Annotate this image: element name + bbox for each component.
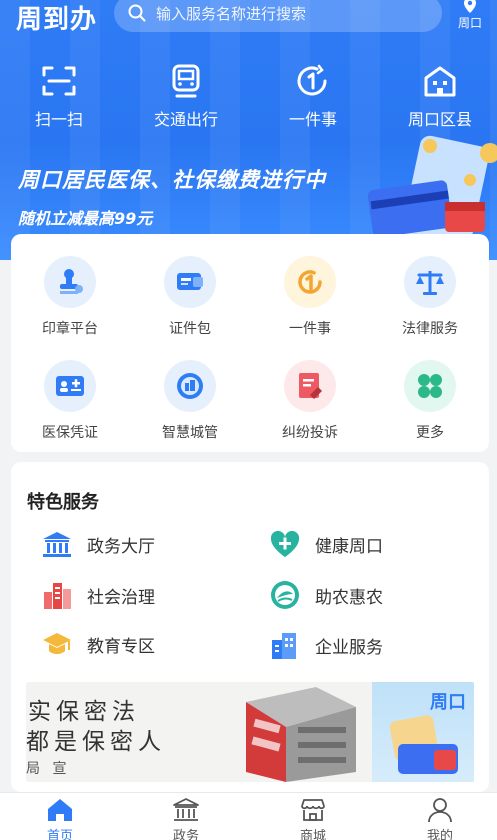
app-logo: 周到办	[16, 5, 98, 35]
service-label: 智慧城管	[162, 425, 218, 441]
tab-label: 首页	[46, 829, 73, 840]
agriculture-icon	[271, 581, 299, 609]
featured-social-governance[interactable]: 社会治理	[41, 580, 155, 610]
tab-home[interactable]: 首页	[20, 797, 100, 840]
quick-action-scan[interactable]: 扫一扫	[4, 64, 114, 130]
one-thing-icon	[297, 64, 327, 96]
featured-label: 助农惠农	[315, 587, 383, 608]
service-label: 证件包	[169, 321, 211, 337]
service-label: 法律服务	[402, 321, 458, 337]
education-icon	[43, 633, 71, 654]
service-one-thing[interactable]: 一件事	[255, 256, 365, 338]
building-icon	[424, 66, 456, 97]
social-governance-icon	[44, 583, 71, 609]
city-management-icon	[164, 360, 216, 412]
location-pin-icon	[464, 0, 476, 13]
featured-label: 企业服务	[315, 637, 383, 658]
shop-icon	[301, 799, 325, 821]
featured-label: 社会治理	[87, 587, 155, 608]
service-more[interactable]: 更多	[375, 360, 485, 442]
top-bar: 周到办 输入服务名称进行搜索 周口	[0, 0, 497, 36]
featured-agriculture[interactable]: 助农惠农	[269, 580, 383, 610]
service-medical-voucher[interactable]: 医保凭证	[15, 360, 125, 442]
tab-label: 政务	[172, 829, 199, 840]
tab-label: 商城	[299, 829, 326, 840]
service-label: 医保凭证	[42, 425, 98, 441]
service-label: 纠纷投诉	[282, 425, 338, 441]
promo-line-1: 落实保密法	[26, 699, 140, 725]
featured-label: 教育专区	[87, 636, 155, 657]
quick-actions: 扫一扫 交通出行 一件事 周口区县	[0, 64, 497, 136]
section-title: 特色服务	[27, 492, 99, 513]
service-label: 更多	[416, 425, 444, 441]
promo-line-2: 人人都是保密人	[26, 729, 166, 755]
user-icon	[428, 798, 452, 823]
service-label: 一件事	[289, 321, 331, 337]
quick-action-district[interactable]: 周口区县	[385, 64, 495, 130]
search-icon	[128, 4, 146, 22]
quick-action-label: 周口区县	[407, 110, 472, 129]
service-city-management[interactable]: 智慧城管	[135, 360, 245, 442]
featured-health[interactable]: 健康周口	[269, 530, 383, 558]
quick-action-label: 扫一扫	[34, 110, 83, 129]
featured-services: 特色服务 政务大厅 健康周口 社会治理 助农惠农 教育专区 企业服务 落实保密法…	[11, 462, 489, 792]
tab-government[interactable]: 政务	[146, 797, 226, 840]
service-complaint[interactable]: 纠纷投诉	[255, 360, 365, 442]
quick-action-transport[interactable]: 交通出行	[131, 64, 241, 130]
featured-education[interactable]: 教育专区	[41, 630, 155, 658]
promo-side-illustration	[389, 715, 458, 774]
card-wallet-icon	[164, 256, 216, 308]
featured-label: 政务大厅	[87, 536, 155, 557]
home-icon	[48, 799, 72, 821]
tab-shop[interactable]: 商城	[273, 797, 353, 840]
more-icon	[404, 360, 456, 412]
service-stamp-platform[interactable]: 印章平台	[15, 256, 125, 338]
tab-label: 我的	[426, 829, 453, 840]
service-id-wallet[interactable]: 证件包	[135, 256, 245, 338]
scan-icon	[42, 66, 76, 96]
service-legal[interactable]: 法律服务	[375, 256, 485, 338]
featured-government-hall[interactable]: 政务大厅	[41, 530, 155, 558]
services-grid: 印章平台 证件包 一件事 法律服务 医保凭证 智慧城管 纠纷投诉 更多	[11, 234, 489, 452]
search-input[interactable]: 输入服务名称进行搜索	[114, 0, 442, 32]
promo-banner[interactable]: 落实保密法 人人都是保密人 局 宣 周口	[26, 682, 474, 782]
quick-action-label: 交通出行	[153, 110, 218, 129]
enterprise-icon	[272, 633, 296, 659]
featured-label: 健康周口	[315, 536, 383, 557]
banner-subtitle[interactable]: 随机立减最高99元	[18, 205, 152, 229]
government-icon	[173, 798, 199, 821]
train-icon	[172, 64, 200, 98]
health-icon	[270, 530, 300, 557]
bottom-tab-bar: 首页 政务 商城 我的	[0, 792, 497, 840]
location-label: 周口	[457, 16, 482, 30]
promo-line-3: 局 宣	[26, 761, 71, 777]
promo-side-banner[interactable]: 周口	[372, 682, 474, 782]
search-placeholder: 输入服务名称进行搜索	[156, 4, 307, 23]
medical-card-icon	[44, 360, 96, 412]
banner-title[interactable]: 周口居民医保、社保缴费进行中	[18, 164, 326, 194]
service-label: 印章平台	[42, 321, 98, 337]
complaint-icon	[284, 360, 336, 412]
tab-mine[interactable]: 我的	[400, 797, 480, 840]
location-selector[interactable]: 周口	[452, 0, 488, 32]
government-hall-icon	[43, 532, 71, 557]
hero-header: 周到办 输入服务名称进行搜索 周口 扫一扫 交通出行 一件事 周口区县 周口居民…	[0, 0, 497, 260]
stamp-icon	[44, 256, 96, 308]
scales-icon	[404, 256, 456, 308]
one-thing-icon	[284, 256, 336, 308]
featured-enterprise[interactable]: 企业服务	[269, 630, 383, 660]
quick-action-label: 一件事	[288, 110, 337, 129]
quick-action-one-thing[interactable]: 一件事	[258, 64, 368, 130]
promo-cube-illustration	[246, 687, 356, 782]
